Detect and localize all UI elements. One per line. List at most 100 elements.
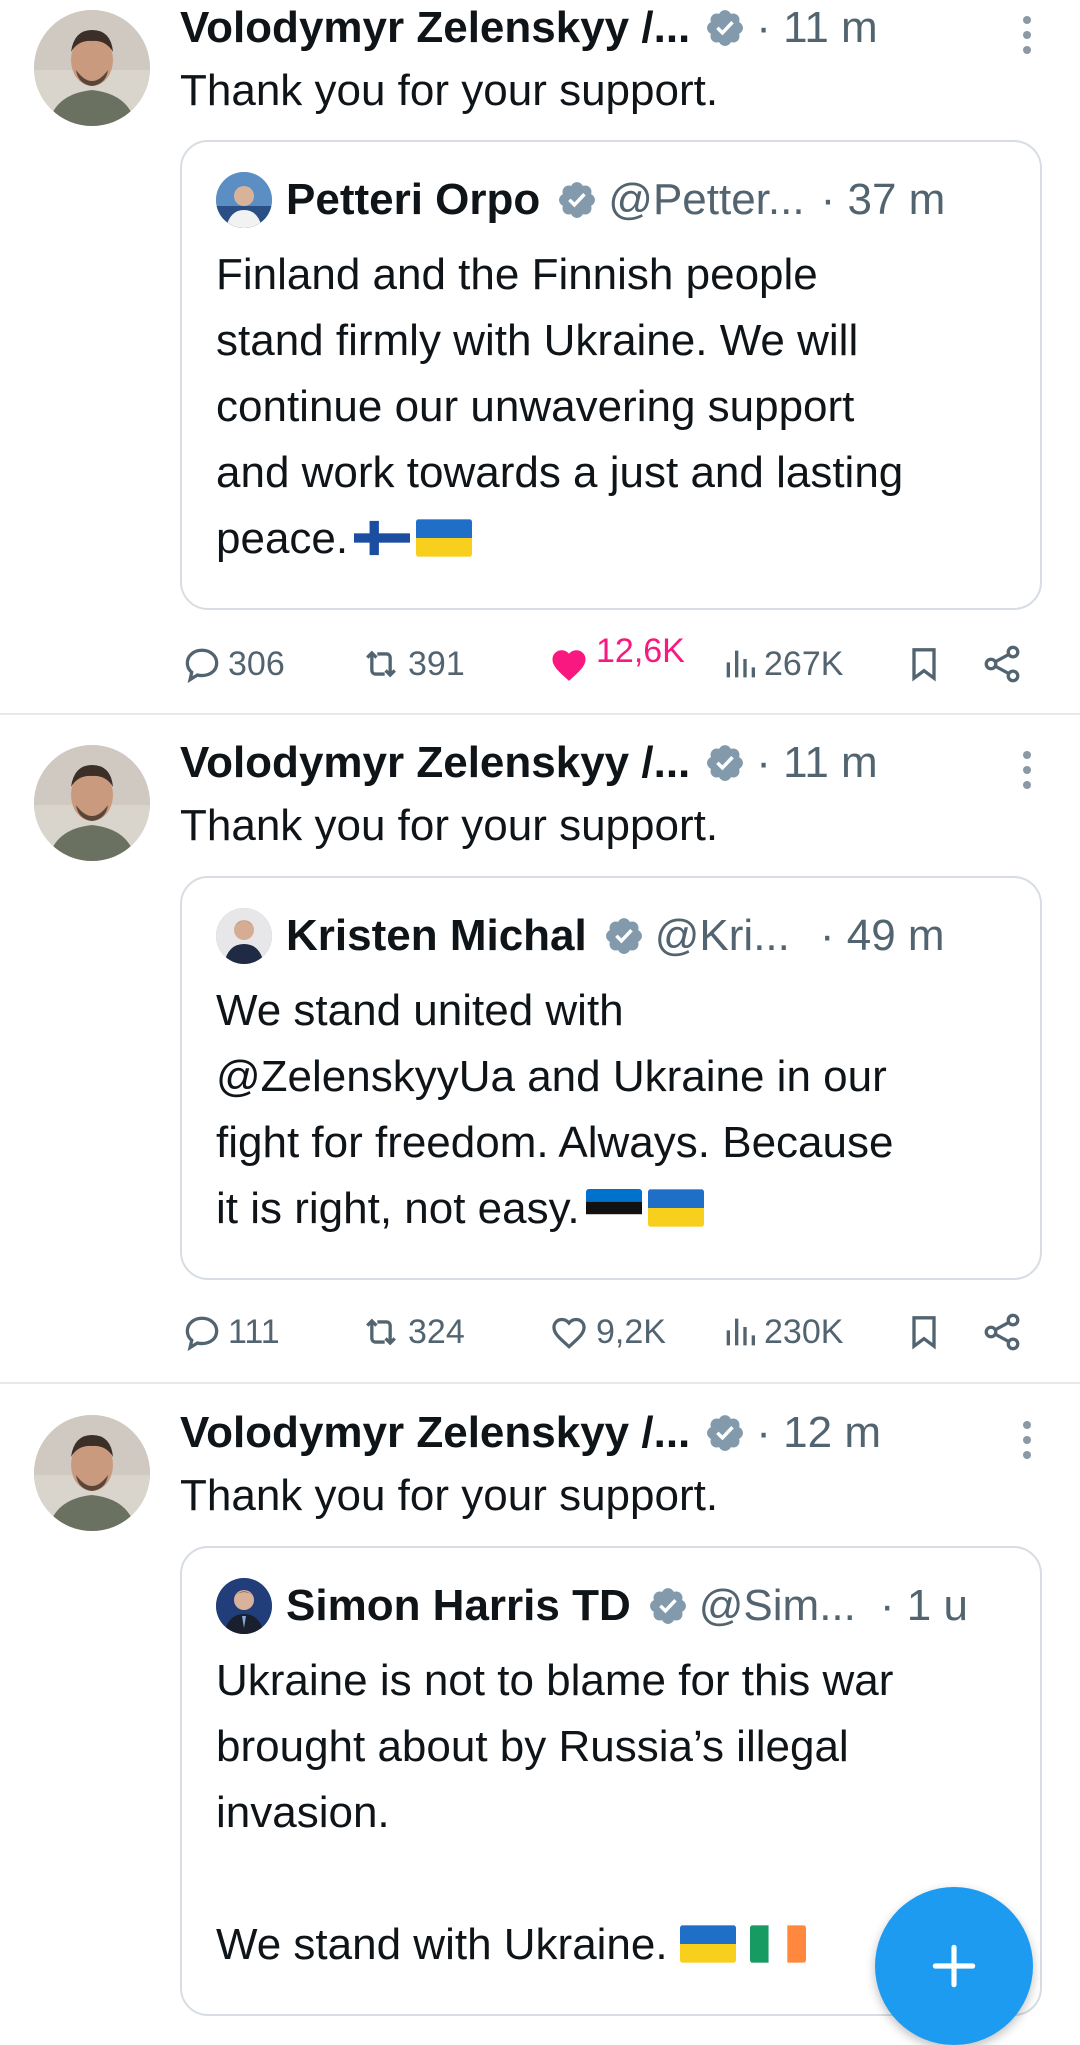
text-line: it is right, not easy. xyxy=(216,1184,580,1233)
author-name[interactable]: Volodymyr Zelenskyy /... xyxy=(180,3,690,53)
text-line: and work towards a just and lasting xyxy=(216,448,904,497)
verified-badge-icon xyxy=(707,745,744,781)
tweet-divider xyxy=(0,1382,1080,1384)
verified-badge-icon xyxy=(649,1588,686,1624)
repost-count: 391 xyxy=(408,644,465,683)
share-icon xyxy=(984,645,1020,683)
quoted-author-name[interactable]: Petteri Orpo xyxy=(286,175,540,225)
reply-icon xyxy=(185,1316,219,1352)
text-line: peace. xyxy=(216,514,349,563)
more-options-icon[interactable] xyxy=(1020,747,1034,795)
text-line: Finland and the Finnish people xyxy=(216,250,818,299)
quoted-tweet[interactable]: Kristen Michal @Kri... · 49 m We stand u… xyxy=(180,876,1042,1280)
tweet-text: Thank you for your support. xyxy=(180,801,719,850)
share-button[interactable] xyxy=(980,1302,1028,1362)
quoted-tweet-time: · 37 m xyxy=(820,175,946,224)
avatar-image xyxy=(34,10,150,126)
avatar-image xyxy=(216,908,272,964)
verified-badge-icon xyxy=(707,1415,744,1451)
ukraine-flag-icon xyxy=(679,1925,736,1963)
view-count: 230K xyxy=(764,1312,844,1351)
bookmark-icon xyxy=(912,648,936,682)
views-button[interactable]: 230K xyxy=(720,1302,843,1362)
quoted-author-name[interactable]: Kristen Michal xyxy=(286,911,587,961)
repost-button[interactable]: 324 xyxy=(358,1302,465,1362)
repost-icon xyxy=(366,650,396,678)
share-icon xyxy=(984,1313,1020,1351)
tweet-text: Thank you for your support. xyxy=(180,1471,719,1520)
tweet-actions: 111 324 9,2K 230K xyxy=(180,1302,1040,1362)
author-avatar[interactable] xyxy=(34,1415,150,1531)
more-options-icon[interactable] xyxy=(1020,12,1034,60)
text-line: We stand united with xyxy=(216,986,624,1035)
tweet-divider xyxy=(0,713,1080,715)
tweet-time: · 11 m xyxy=(756,3,878,52)
reply-count: 111 xyxy=(228,1312,280,1351)
estonia-flag-icon xyxy=(585,1189,642,1227)
avatar-image xyxy=(34,745,150,861)
author-avatar[interactable] xyxy=(34,745,150,861)
text-line: invasion. xyxy=(216,1788,390,1837)
quoted-author-handle: @Petter... xyxy=(608,175,805,224)
author-avatar[interactable] xyxy=(34,10,150,126)
like-count: 12,6K xyxy=(596,631,685,670)
quoted-author-handle: @Sim... xyxy=(698,1581,856,1630)
quoted-author-avatar xyxy=(216,1578,272,1634)
like-button[interactable]: 12,6K xyxy=(546,631,685,694)
text-line: @ZelenskyyUa and Ukraine in our xyxy=(216,1052,887,1101)
more-options-icon[interactable] xyxy=(1020,1417,1034,1465)
text-line: stand firmly with Ukraine. We will xyxy=(216,316,859,365)
reply-button[interactable]: 306 xyxy=(180,634,285,694)
reply-icon xyxy=(185,648,219,684)
tweet-time: · 11 m xyxy=(756,738,878,787)
repost-icon xyxy=(366,1318,396,1346)
verified-badge-icon xyxy=(707,10,744,46)
quoted-tweet-time: · 1 u xyxy=(879,1581,968,1630)
reply-count: 306 xyxy=(228,644,285,683)
ukraine-flag-icon xyxy=(416,519,473,557)
tweet[interactable]: Volodymyr Zelenskyy /... · 11 m Thank yo… xyxy=(0,735,1080,1380)
views-icon xyxy=(726,1318,755,1346)
repost-button[interactable]: 391 xyxy=(358,634,465,694)
like-button[interactable]: 9,2K xyxy=(546,1302,666,1362)
text-line: We stand with Ukraine. xyxy=(216,1920,668,1969)
bookmark-icon xyxy=(912,1316,936,1350)
quoted-author-avatar xyxy=(216,172,272,228)
quoted-tweet-text: We stand united with @ZelenskyyUa and Uk… xyxy=(216,978,1016,1242)
avatar-image xyxy=(34,1415,150,1531)
like-count: 9,2K xyxy=(596,1312,666,1351)
tweet-actions: 306 391 12,6K 267K xyxy=(180,631,1040,694)
tweet[interactable]: Volodymyr Zelenskyy /... · 11 m Thank yo… xyxy=(0,0,1080,712)
quoted-tweet-time: · 49 m xyxy=(819,911,945,960)
quoted-tweet-text: Finland and the Finnish people stand fir… xyxy=(216,242,1016,572)
view-count: 267K xyxy=(764,644,844,683)
text-line: fight for freedom. Always. Because xyxy=(216,1118,894,1167)
share-button[interactable] xyxy=(980,634,1028,694)
views-button[interactable]: 267K xyxy=(720,634,843,694)
reply-button[interactable]: 111 xyxy=(180,1302,280,1362)
author-name[interactable]: Volodymyr Zelenskyy /... xyxy=(180,1408,690,1458)
compose-button[interactable] xyxy=(875,1887,1033,2045)
text-line: continue our unwavering support xyxy=(216,382,855,431)
text-line: Ukraine is not to blame for this war xyxy=(216,1656,894,1705)
ukraine-flag-icon xyxy=(647,1189,704,1227)
quoted-author-handle: @Kri... xyxy=(654,911,790,960)
quoted-author-name[interactable]: Simon Harris TD xyxy=(286,1581,631,1631)
verified-badge-icon xyxy=(559,182,596,218)
views-icon xyxy=(726,650,755,678)
heart-icon xyxy=(552,1317,586,1349)
heart-filled-icon xyxy=(552,650,586,681)
verified-badge-icon xyxy=(605,918,642,954)
text-line: brought about by Russia’s illegal xyxy=(216,1722,849,1771)
bookmark-button[interactable] xyxy=(904,1302,948,1362)
ireland-flag-icon xyxy=(749,1925,806,1963)
repost-count: 324 xyxy=(408,1312,465,1351)
bookmark-button[interactable] xyxy=(904,634,948,694)
tweet-text: Thank you for your support. xyxy=(180,66,719,115)
plus-icon xyxy=(932,1944,976,1988)
avatar-image xyxy=(216,1578,272,1634)
avatar-image xyxy=(216,172,272,228)
author-name[interactable]: Volodymyr Zelenskyy /... xyxy=(180,738,690,788)
quoted-tweet[interactable]: Petteri Orpo @Petter... · 37 m Finland a… xyxy=(180,140,1042,610)
